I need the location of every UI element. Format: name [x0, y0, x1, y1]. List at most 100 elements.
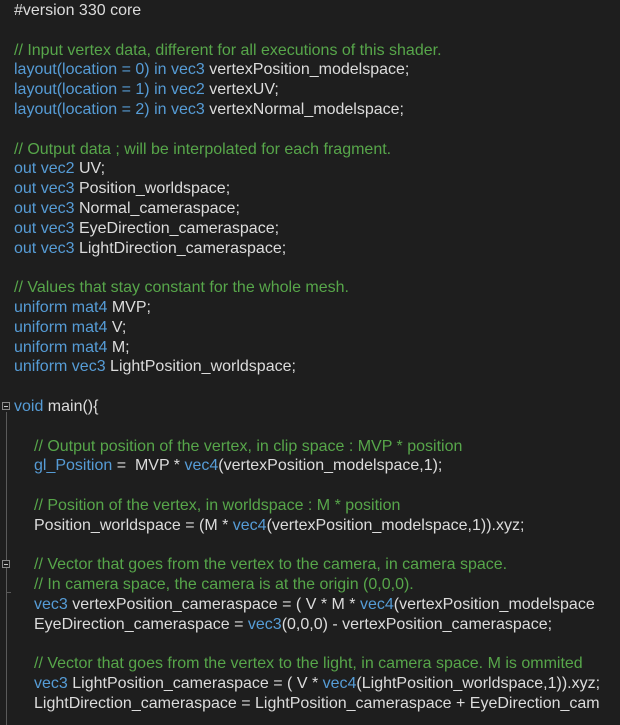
keyword-token: gl_Position — [34, 457, 113, 475]
code-text: uniform mat4 MVP; — [14, 298, 151, 318]
keyword-token: vec4 — [322, 675, 357, 693]
code-line[interactable]: EyeDirection_cameraspace = vec3(0,0,0) -… — [0, 615, 620, 635]
code-token: main(){ — [47, 397, 99, 415]
code-text: gl_Position = MVP * vec4(vertexPosition_… — [34, 456, 442, 476]
code-line[interactable]: layout(location = 1) in vec2 vertexUV; — [0, 80, 620, 100]
keyword-token: vec3 — [34, 595, 73, 613]
code-line[interactable]: uniform mat4 M; — [0, 338, 620, 358]
code-token: vertexUV; — [209, 81, 279, 99]
code-line[interactable]: LightDirection_cameraspace = LightPositi… — [0, 694, 620, 714]
code-line[interactable]: uniform mat4 V; — [0, 318, 620, 338]
comment-token: // Values that stay constant for the who… — [14, 279, 349, 297]
code-line[interactable]: #version 330 core — [0, 1, 620, 21]
keyword-token: out vec3 — [14, 219, 79, 237]
code-line[interactable]: vec3 LightPosition_cameraspace = ( V * v… — [0, 674, 620, 694]
blank-line[interactable] — [0, 120, 620, 140]
blank-line[interactable] — [0, 635, 620, 655]
code-token: (vertexPosition_modelspace,1); — [218, 457, 443, 475]
keyword-token: vec4 — [232, 516, 267, 534]
code-text: // Vector that goes from the vertex to t… — [34, 654, 583, 674]
code-line[interactable]: void main(){ — [0, 397, 620, 417]
comment-token: // Output data ; will be interpolated fo… — [14, 140, 392, 158]
code-line[interactable]: out vec2 UV; — [0, 159, 620, 179]
code-text: out vec3 Position_worldspace; — [14, 179, 230, 199]
keyword-token: vec4 — [184, 457, 219, 475]
code-line[interactable]: // Values that stay constant for the who… — [0, 278, 620, 298]
code-token: M; — [111, 338, 130, 356]
code-text: // Output data ; will be interpolated fo… — [14, 140, 391, 160]
code-token: UV; — [78, 160, 106, 178]
code-token: EyeDirection_cameraspace; — [78, 219, 280, 237]
code-text: layout(location = 1) in vec2 vertexUV; — [14, 80, 279, 100]
code-text: // Input vertex data, different for all … — [14, 41, 442, 61]
comment-token: // Vector that goes from the vertex to t… — [34, 655, 583, 673]
code-line[interactable]: out vec3 LightDirection_cameraspace; — [0, 239, 620, 259]
code-line[interactable]: // Output data ; will be interpolated fo… — [0, 140, 620, 160]
code-text: vec3 vertexPosition_cameraspace = ( V * … — [34, 595, 595, 615]
code-line[interactable]: gl_Position = MVP * vec4(vertexPosition_… — [0, 456, 620, 476]
code-text: // In camera space, the camera is at the… — [34, 575, 414, 595]
code-text: uniform mat4 V; — [14, 318, 126, 338]
blank-line[interactable] — [0, 377, 620, 397]
blank-line[interactable] — [0, 21, 620, 41]
code-line[interactable]: out vec3 Position_worldspace; — [0, 179, 620, 199]
code-text: // Output position of the vertex, in cli… — [34, 437, 462, 457]
keyword-token: vec4 — [359, 595, 394, 613]
code-text: vec3 LightPosition_cameraspace = ( V * v… — [34, 674, 600, 694]
code-text: // Position of the vertex, in worldspace… — [34, 496, 400, 516]
keyword-token: layout(location = 1) in vec2 — [14, 81, 210, 99]
blank-line[interactable] — [0, 258, 620, 278]
keyword-token: uniform vec3 — [14, 358, 111, 376]
collapse-minus-icon[interactable] — [2, 560, 10, 569]
code-text: #version 330 core — [14, 1, 141, 21]
code-line[interactable]: // Vector that goes from the vertex to t… — [0, 555, 620, 575]
code-token: #version 330 core — [14, 2, 142, 19]
code-token: LightPosition_cameraspace = ( V * — [72, 675, 323, 693]
blank-line[interactable] — [0, 536, 620, 556]
keyword-token: layout(location = 2) in vec3 — [14, 100, 210, 118]
code-line[interactable]: layout(location = 0) in vec3 vertexPosit… — [0, 60, 620, 80]
code-token: (0,0,0) - vertexPosition_cameraspace; — [281, 615, 553, 633]
code-line[interactable]: layout(location = 2) in vec3 vertexNorma… — [0, 100, 620, 120]
code-text: out vec3 Normal_cameraspace; — [14, 199, 240, 219]
keyword-token: uniform mat4 — [14, 318, 112, 336]
keyword-token: layout(location = 0) in vec3 — [14, 61, 210, 79]
comment-token: // Vector that goes from the vertex to t… — [34, 556, 508, 574]
code-line[interactable]: // Vector that goes from the vertex to t… — [0, 654, 620, 674]
keyword-token: out vec3 — [14, 180, 79, 198]
code-line[interactable]: // Position of the vertex, in worldspace… — [0, 496, 620, 516]
code-line[interactable]: out vec3 Normal_cameraspace; — [0, 199, 620, 219]
keyword-token: uniform mat4 — [14, 338, 112, 356]
code-token: vertexPosition_modelspace; — [209, 61, 410, 79]
code-line[interactable]: // Input vertex data, different for all … — [0, 41, 620, 61]
comment-token: // Output position of the vertex, in cli… — [34, 437, 463, 455]
code-token: vertexNormal_modelspace; — [209, 100, 404, 118]
code-token: Position_worldspace; — [78, 180, 231, 198]
code-lines[interactable]: #version 330 core // Input vertex data, d… — [0, 0, 620, 714]
code-line[interactable]: // In camera space, the camera is at the… — [0, 575, 620, 595]
blank-line[interactable] — [0, 476, 620, 496]
code-text: layout(location = 2) in vec3 vertexNorma… — [14, 100, 404, 120]
code-text: out vec3 LightDirection_cameraspace; — [14, 239, 286, 259]
keyword-token: vec3 — [34, 675, 73, 693]
code-token: LightDirection_cameraspace = LightPositi… — [34, 694, 600, 712]
code-line[interactable]: uniform mat4 MVP; — [0, 298, 620, 318]
comment-token: // Position of the vertex, in worldspace… — [34, 496, 401, 514]
code-line[interactable]: // Output position of the vertex, in cli… — [0, 437, 620, 457]
blank-line[interactable] — [0, 417, 620, 437]
keyword-token: void — [14, 397, 48, 415]
code-text: LightDirection_cameraspace = LightPositi… — [34, 694, 600, 714]
code-line[interactable]: uniform vec3 LightPosition_worldspace; — [0, 357, 620, 377]
code-editor[interactable]: #version 330 core // Input vertex data, d… — [0, 0, 620, 725]
code-token: vertexPosition_cameraspace = ( V * M * — [72, 595, 360, 613]
code-text: layout(location = 0) in vec3 vertexPosit… — [14, 60, 409, 80]
code-line[interactable]: vec3 vertexPosition_cameraspace = ( V * … — [0, 595, 620, 615]
code-text: out vec3 EyeDirection_cameraspace; — [14, 219, 279, 239]
code-text: // Vector that goes from the vertex to t… — [34, 555, 507, 575]
code-line[interactable]: out vec3 EyeDirection_cameraspace; — [0, 219, 620, 239]
collapse-minus-icon[interactable] — [2, 401, 10, 410]
code-line[interactable]: Position_worldspace = (M * vec4(vertexPo… — [0, 516, 620, 536]
code-token: V; — [111, 318, 127, 336]
code-token: Normal_cameraspace; — [78, 199, 240, 217]
code-text: // Values that stay constant for the who… — [14, 278, 349, 298]
